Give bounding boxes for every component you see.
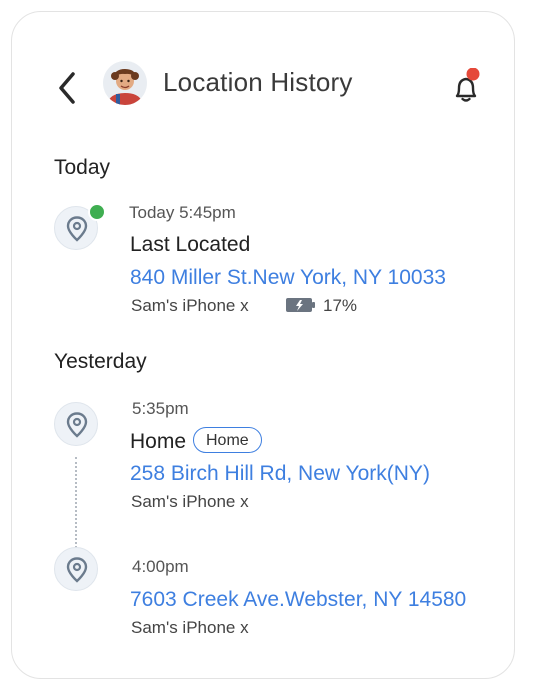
entry-address-link[interactable]: 7603 Creek Ave.Webster, NY 14580 [130,588,466,612]
notifications-button[interactable] [447,67,487,108]
device-name: Sam's iPhone x [131,492,249,511]
map-pin-icon [66,216,88,242]
timeline-connector [75,457,77,552]
bell-icon [455,67,480,102]
entry-time: Today 5:45pm [129,203,236,222]
entry-time: 5:35pm [132,399,189,418]
battery-percentage: 17% [323,296,358,315]
location-pin-yesterday-1 [54,402,98,446]
back-button[interactable] [53,68,81,108]
section-yesterday-label: Yesterday [54,350,147,373]
device-name: Sam's iPhone x [131,618,249,637]
entry-time: 4:00pm [132,557,189,576]
map-pin-icon [66,412,88,438]
online-status-dot [88,203,106,221]
header: Location History [12,12,514,162]
child-avatar-image [103,61,147,105]
entry-address-link[interactable]: 840 Miller St.New York, NY 10033 [130,266,446,290]
entry-place: Last Located [130,233,251,256]
section-today-label: Today [54,156,111,179]
entry-place: Home [130,430,187,453]
entry-address-link[interactable]: 258 Birch Hill Rd, New York(NY) [130,462,430,486]
map-pin-icon [66,557,88,583]
notification-badge [466,67,480,81]
location-history-card: Location History Today Today 5:45pm Last… [11,11,515,679]
device-name: Sam's iPhone x [131,296,249,315]
home-tag: Home [193,427,262,453]
chevron-left-icon [59,72,75,104]
page-title: Location History [163,67,353,97]
location-pin-yesterday-2 [54,547,98,591]
battery-icon [286,298,315,312]
avatar [103,61,147,105]
